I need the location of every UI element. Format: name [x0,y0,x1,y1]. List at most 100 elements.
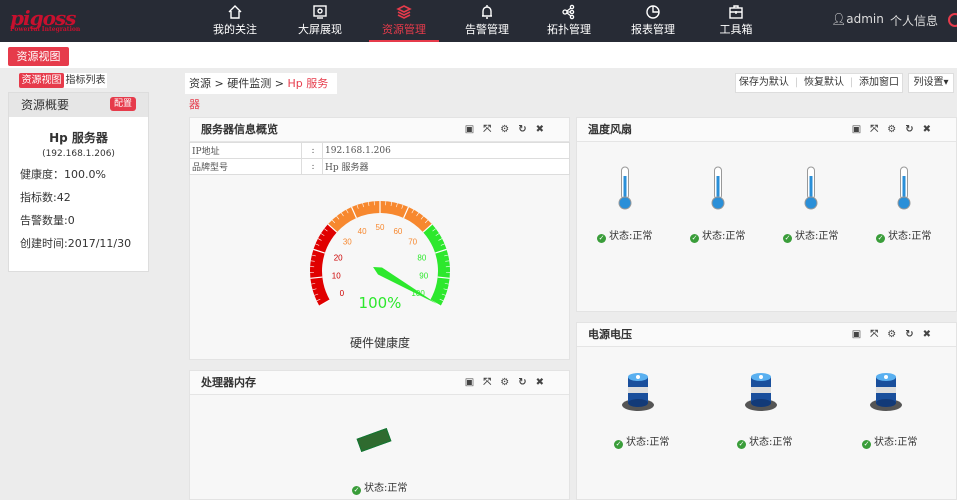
resource-ip: (192.168.1.206) [42,149,115,159]
nav-label: 拓扑管理 [547,23,591,36]
nav-toolbox[interactable]: 工具箱 [701,0,771,42]
cell-value: Hp 服务器 [322,158,570,175]
gauge-value: 100% [358,294,402,312]
logo-subtitle: Powerful Integration [10,26,81,33]
cell-sep: : [301,142,323,159]
refresh-icon[interactable]: ↻ [905,329,922,340]
power-supply-icon [620,371,656,413]
breadcrumb-hardware[interactable]: 硬件监测 [227,77,271,90]
gauge-tick-label: 80 [417,253,426,262]
minimize-icon[interactable]: ▣ [465,124,483,135]
check-icon: ✓ [614,440,623,449]
minimize-icon[interactable]: ▣ [852,329,870,340]
gauge-tick-label: 30 [343,238,352,247]
nav-alarm-management[interactable]: 告警管理 [452,0,522,42]
tab-metric-list[interactable]: 指标列表 [64,73,107,88]
fullscreen-icon[interactable]: ⤧ [870,329,887,340]
close-icon[interactable]: ✖ [923,329,940,340]
close-icon[interactable]: ✖ [536,124,553,135]
logo[interactable]: pigoss Powerful Integration [10,6,105,36]
breadcrumb-separator: > [214,77,224,90]
panel-title: 处理器内存 [201,376,256,389]
breadcrumb: 资源 > 硬件监测 > Hp 服务器 [185,73,337,111]
power-status: ✓ 状态:正常 [614,433,669,449]
thermometer-icon [710,166,726,210]
panel-header: 温度风扇 ▣⤧⚙↻✖ [577,118,956,142]
nav-label: 报表管理 [631,23,675,36]
gauge-tick-label: 60 [393,227,402,236]
breadcrumb-resource[interactable]: 资源 [189,77,211,90]
metric-count: 指标数:42 [20,191,71,204]
gear-icon[interactable]: ⚙ [500,377,518,388]
resource-view-button[interactable]: 资源视图 [8,47,69,66]
close-icon[interactable]: ✖ [923,124,940,135]
nav-topology-management[interactable]: 拓扑管理 [534,0,604,42]
nav-my-focus[interactable]: 我的关注 [200,0,270,42]
nav-label: 工具箱 [719,23,753,36]
panel-tools: ▣⤧⚙↻✖ [465,118,553,142]
fullscreen-icon[interactable]: ⤧ [483,377,500,388]
panel-tools: ▣⤧⚙↻✖ [852,323,940,347]
minimize-icon[interactable]: ▣ [852,124,870,135]
user-menu[interactable]: 👤︎admin [831,12,884,26]
temp-status: ✓ 状态:正常 [876,227,931,243]
panel-title: 温度风扇 [588,123,632,136]
check-icon: ✓ [783,234,792,243]
config-button[interactable]: 配置 [110,97,136,111]
status-text: 状态:正常 [626,437,670,448]
restore-default-button[interactable]: 恢复默认 [804,74,844,92]
nav-label: 大屏展现 [298,23,342,36]
panel-tools: ▣⤧⚙↻✖ [852,118,940,142]
resource-name: Hp 服务器 [49,131,108,145]
refresh-icon[interactable]: ↻ [905,124,922,135]
divider: | [794,77,799,88]
column-settings-dropdown[interactable]: 列设置▾ [908,73,954,93]
status-text: 状态:正常 [364,483,408,494]
table-row: IP地址:192.168.1.206 [189,142,570,159]
gauge-tick-label: 90 [419,272,428,281]
close-icon[interactable]: ✖ [536,377,553,388]
nav-resource-management[interactable]: 资源管理 [369,0,439,42]
check-icon: ✓ [876,234,885,243]
fullscreen-icon[interactable]: ⤧ [483,124,500,135]
gauge-tick-label: 10 [332,272,341,281]
check-icon: ✓ [597,234,606,243]
add-window-button[interactable]: 添加窗口 [859,74,899,92]
view-bar: 资源视图 [0,42,957,68]
check-icon: ✓ [737,440,746,449]
gauge-band-high [423,224,450,306]
panel-title: 电源电压 [588,328,632,341]
power-status: ✓ 状态:正常 [862,433,917,449]
check-icon: ✓ [352,486,361,495]
profile-link[interactable]: 个人信息 [890,12,938,29]
panel-tools: ▣⤧⚙↻✖ [465,371,553,395]
fullscreen-icon[interactable]: ⤧ [870,124,887,135]
screen-icon [313,5,327,19]
save-default-button[interactable]: 保存为默认 [739,74,789,92]
cell-sep: : [301,158,323,175]
status-text: 状态:正常 [888,231,932,242]
refresh-icon[interactable]: ↻ [518,377,535,388]
thermometer-icon [803,166,819,210]
gear-icon[interactable]: ⚙ [500,124,518,135]
nav-report-management[interactable]: 报表管理 [618,0,688,42]
power-icon[interactable] [948,13,957,27]
gear-icon[interactable]: ⚙ [887,124,905,135]
memory-chip-icon [356,427,392,453]
nav-label: 资源管理 [382,23,426,36]
status-text: 状态:正常 [795,231,839,242]
server-overview-panel: 服务器信息概览 ▣⤧⚙↻✖ IP地址:192.168.1.206 品牌型号: Hp … [189,117,570,360]
gauge-tick-label: 70 [408,238,417,247]
cell-value: 192.168.1.206 [322,142,570,159]
nav-big-screen[interactable]: 大屏展现 [285,0,355,42]
alert-count: 告警数量:0 [20,214,75,227]
cell-key: 品牌型号 [189,158,302,175]
cpu-memory-panel: 处理器内存 ▣⤧⚙↻✖ ✓ 状态:正常 [189,370,570,500]
refresh-icon[interactable]: ↻ [518,124,535,135]
panel-header: 电源电压 ▣⤧⚙↻✖ [577,323,956,347]
cpu-status: ✓ 状态:正常 [352,479,407,495]
tab-resource-view[interactable]: 资源视图 [19,73,64,88]
gear-icon[interactable]: ⚙ [887,329,905,340]
nav-label: 告警管理 [465,23,509,36]
minimize-icon[interactable]: ▣ [465,377,483,388]
